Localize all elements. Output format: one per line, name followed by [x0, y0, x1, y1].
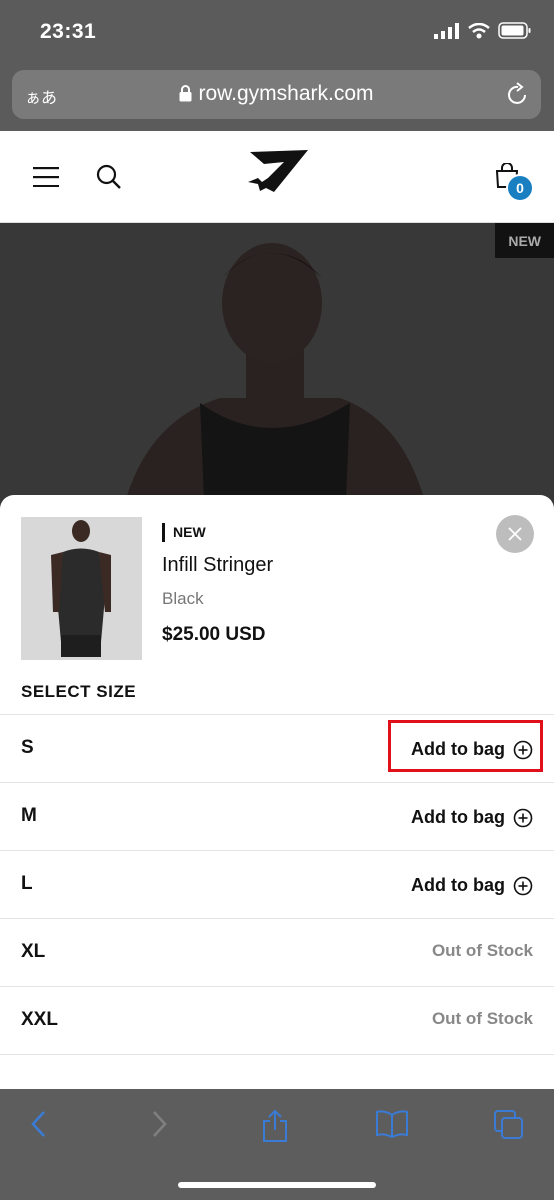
gymshark-logo[interactable] — [244, 148, 310, 196]
reload-icon[interactable] — [507, 82, 529, 106]
size-label: XL — [21, 941, 46, 962]
bookmarks-icon[interactable] — [375, 1109, 409, 1139]
menu-icon[interactable] — [33, 167, 59, 187]
wifi-icon — [468, 22, 490, 38]
url-text: row.gymshark.com — [198, 82, 374, 105]
tabs-icon[interactable] — [493, 1109, 525, 1141]
bag-count-badge[interactable]: 0 — [506, 174, 534, 202]
close-button[interactable] — [496, 515, 534, 553]
search-icon[interactable] — [96, 164, 122, 190]
add-to-bag-button-m[interactable]: Add to bag — [411, 807, 533, 828]
model-photo — [0, 223, 554, 523]
home-indicator — [178, 1182, 376, 1188]
status-bar: 23:31 — [0, 0, 554, 64]
out-of-stock-label: Out of Stock — [431, 941, 533, 960]
product-thumbnail — [21, 517, 142, 660]
close-icon — [508, 527, 522, 541]
hero-new-badge: NEW — [495, 223, 554, 258]
status-icons — [434, 22, 532, 39]
forward-icon[interactable] — [148, 1109, 170, 1139]
highlight-box — [388, 720, 543, 772]
battery-icon — [498, 22, 531, 39]
size-row-m[interactable]: M Add to bag — [0, 782, 554, 851]
plus-circle-icon — [513, 876, 533, 895]
product-color: Black — [162, 589, 204, 608]
size-label: L — [21, 873, 33, 894]
size-row-xl: XL Out of Stock — [0, 918, 554, 987]
product-thumbnail-image — [21, 517, 142, 660]
status-time: 23:31 — [40, 20, 97, 43]
size-selector-sheet: NEW Infill Stringer Black $25.00 USD SEL… — [0, 495, 554, 1089]
size-list-end-divider — [0, 1054, 554, 1089]
add-to-bag-label: Add to bag — [411, 807, 505, 827]
site-header: 0 — [0, 131, 554, 223]
add-to-bag-button-l[interactable]: Add to bag — [411, 875, 533, 896]
product-hero-image: NEW — [0, 223, 554, 523]
size-row-xxl: XXL Out of Stock — [0, 986, 554, 1055]
product-name: Infill Stringer — [162, 554, 274, 576]
url-display[interactable]: row.gymshark.com — [12, 82, 541, 106]
product-price: $25.00 USD — [162, 624, 266, 645]
lock-icon — [179, 85, 192, 102]
size-row-l[interactable]: L Add to bag — [0, 850, 554, 919]
size-label: S — [21, 737, 34, 758]
address-bar[interactable]: ぁあ row.gymshark.com — [12, 70, 541, 119]
back-icon[interactable] — [28, 1109, 50, 1139]
plus-circle-icon — [513, 808, 533, 827]
new-badge: NEW — [162, 523, 206, 542]
size-label: XXL — [21, 1009, 58, 1030]
signal-icon — [434, 22, 459, 39]
browser-bar: ぁあ row.gymshark.com — [0, 64, 554, 131]
share-icon[interactable] — [260, 1109, 290, 1143]
out-of-stock-label: Out of Stock — [431, 1009, 533, 1028]
size-label: M — [21, 805, 37, 826]
add-to-bag-label: Add to bag — [411, 875, 505, 895]
select-size-heading: SELECT SIZE — [21, 682, 137, 701]
